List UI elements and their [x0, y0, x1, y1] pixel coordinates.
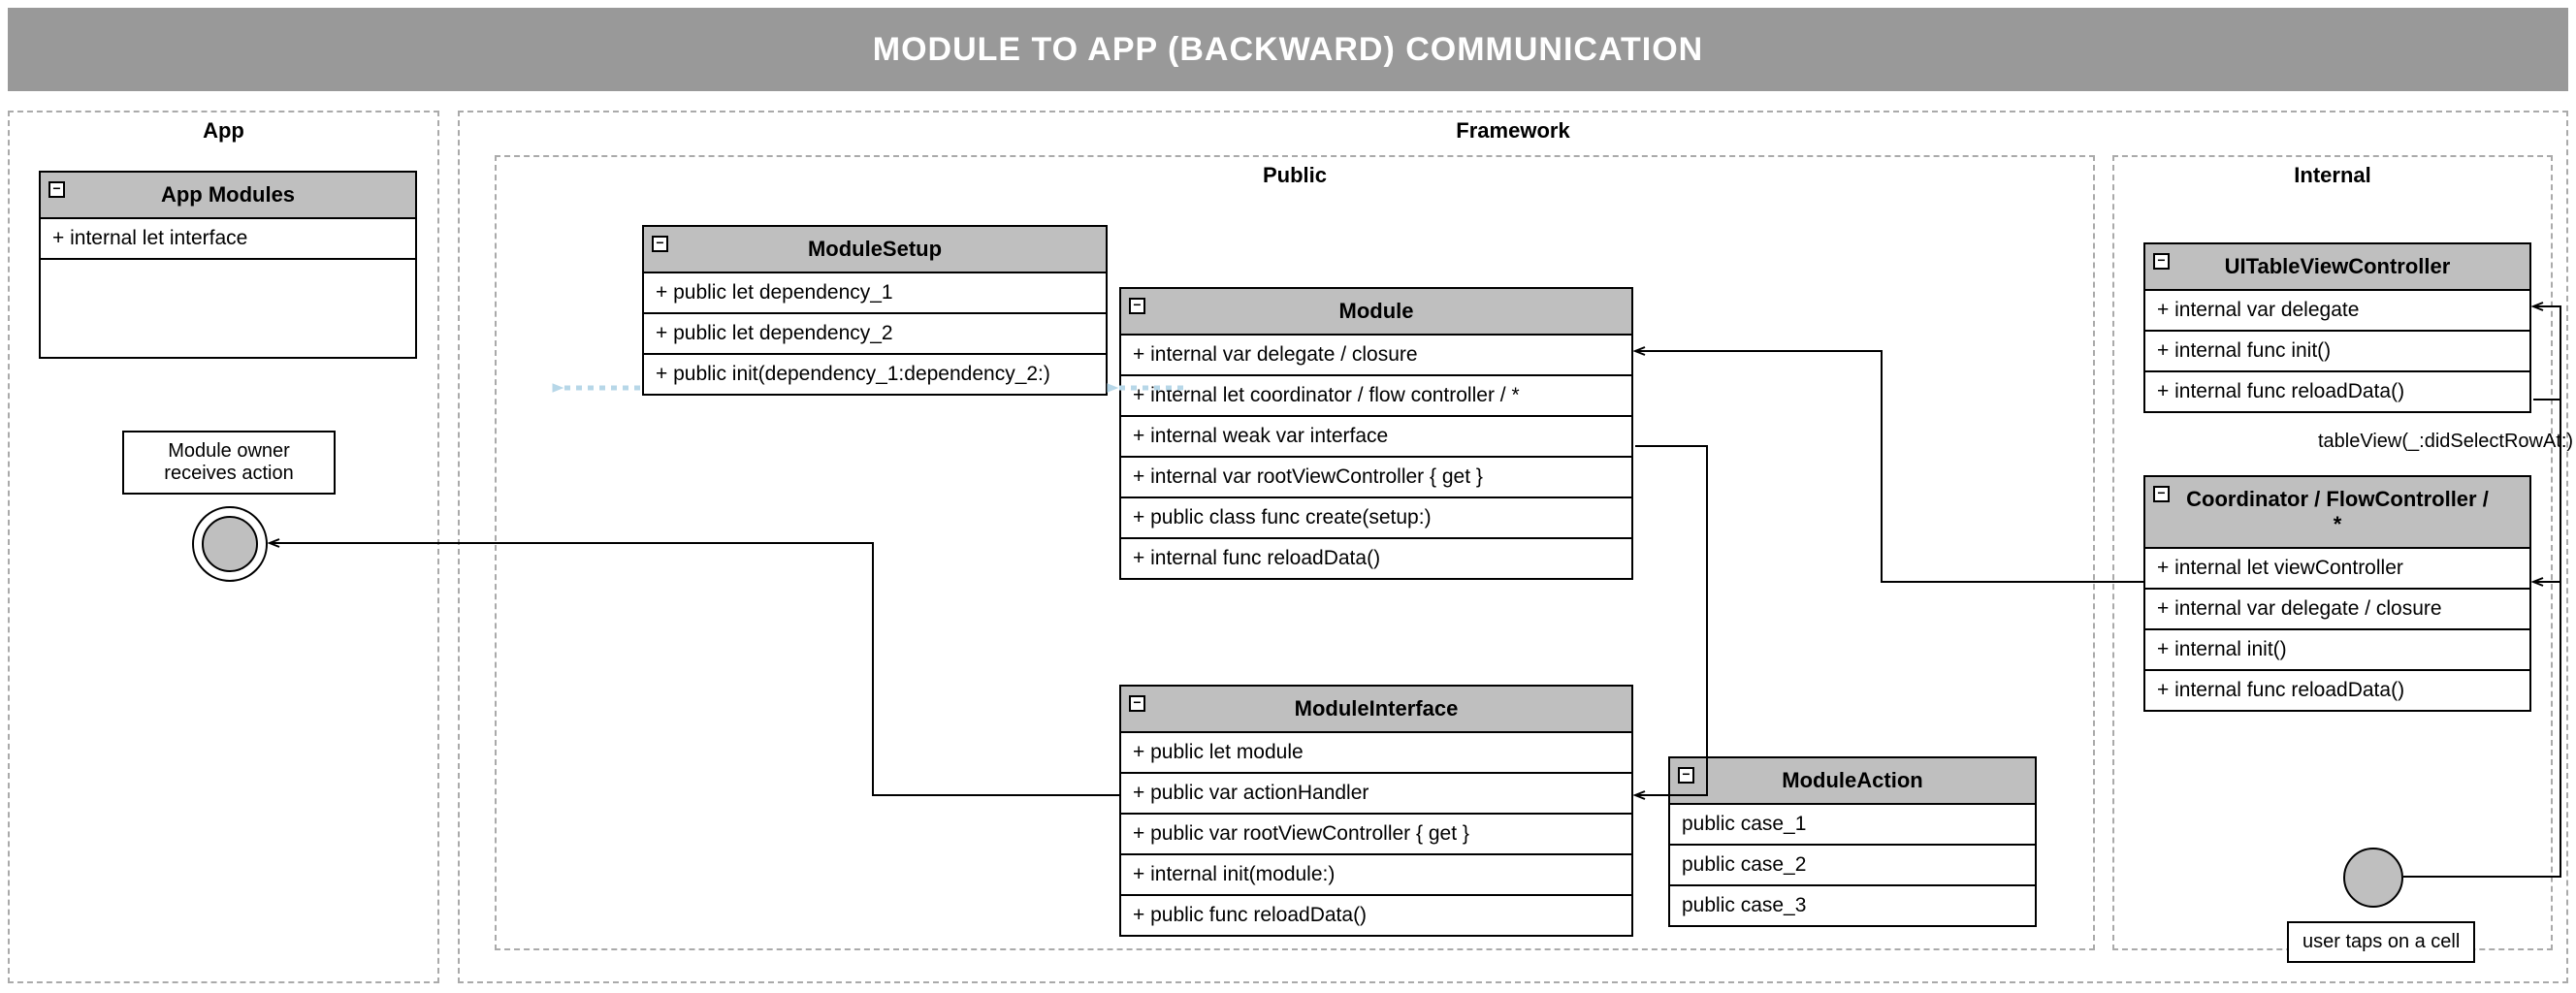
- class-module-action-header: − ModuleAction: [1670, 758, 2035, 805]
- table-row: + internal func reloadData(): [2145, 372, 2529, 411]
- collapse-icon[interactable]: −: [1129, 695, 1145, 712]
- table-row: + internal let viewController: [2145, 549, 2529, 590]
- table-row: + internal func reloadData(): [2145, 671, 2529, 710]
- table-row: + public func reloadData(): [1121, 896, 1631, 935]
- class-ui-table-header: − UITableViewController: [2145, 244, 2529, 291]
- table-row: + internal func reloadData(): [1121, 539, 1631, 578]
- class-ui-table: − UITableViewController + internal var d…: [2143, 242, 2531, 413]
- table-row: + internal init(): [2145, 630, 2529, 671]
- table-row: + public let dependency_1: [644, 273, 1106, 314]
- diagram-canvas: MODULE TO APP (BACKWARD) COMMUNICATION A…: [0, 0, 2576, 993]
- class-empty-section: [41, 260, 415, 357]
- region-public-label: Public: [497, 163, 2093, 188]
- table-row: + internal func init(): [2145, 332, 2529, 372]
- table-row: + internal init(module:): [1121, 855, 1631, 896]
- class-app-modules: − App Modules + internal let interface: [39, 171, 417, 359]
- table-row: public case_3: [1670, 886, 2035, 925]
- state-final-inner-icon: [202, 516, 258, 572]
- diagram-title: MODULE TO APP (BACKWARD) COMMUNICATION: [873, 31, 1703, 69]
- collapse-icon[interactable]: −: [2153, 486, 2170, 502]
- class-module-interface: − ModuleInterface + public let module + …: [1119, 685, 1633, 937]
- state-final-icon: [192, 506, 268, 582]
- collapse-icon[interactable]: −: [1129, 298, 1145, 314]
- table-row: + public let dependency_2: [644, 314, 1106, 355]
- table-row: + public var rootViewController { get }: [1121, 815, 1631, 855]
- table-row: public case_1: [1670, 805, 2035, 846]
- collapse-icon[interactable]: −: [652, 236, 668, 252]
- class-coordinator-header: − Coordinator / FlowController / *: [2145, 477, 2529, 549]
- table-row: + public let module: [1121, 733, 1631, 774]
- table-row: + public class func create(setup:): [1121, 498, 1631, 539]
- collapse-icon[interactable]: −: [48, 181, 65, 198]
- class-module-setup: − ModuleSetup + public let dependency_1 …: [642, 225, 1108, 396]
- collapse-icon[interactable]: −: [2153, 253, 2170, 270]
- region-internal-label: Internal: [2114, 163, 2551, 188]
- class-module-setup-header: − ModuleSetup: [644, 227, 1106, 273]
- region-app-label: App: [10, 118, 437, 144]
- diagram-title-band: MODULE TO APP (BACKWARD) COMMUNICATION: [8, 8, 2568, 91]
- table-row: + internal var rootViewController { get …: [1121, 458, 1631, 498]
- collapse-icon[interactable]: −: [1678, 767, 1694, 784]
- class-module: − Module + internal var delegate / closu…: [1119, 287, 1633, 580]
- class-module-action: − ModuleAction public case_1 public case…: [1668, 756, 2037, 927]
- table-row: + public init(dependency_1:dependency_2:…: [644, 355, 1106, 394]
- class-module-interface-header: − ModuleInterface: [1121, 687, 1631, 733]
- table-row: + internal let coordinator / flow contro…: [1121, 376, 1631, 417]
- table-row: + public var actionHandler: [1121, 774, 1631, 815]
- note-module-owner: Module owner receives action: [122, 431, 336, 495]
- note-user-taps: user taps on a cell: [2287, 921, 2475, 963]
- table-row: + internal weak var interface: [1121, 417, 1631, 458]
- region-framework-label: Framework: [460, 118, 2566, 144]
- table-row: + internal let interface: [41, 219, 415, 260]
- class-coordinator: − Coordinator / FlowController / * + int…: [2143, 475, 2531, 712]
- class-module-header: − Module: [1121, 289, 1631, 336]
- class-app-modules-header: − App Modules: [41, 173, 415, 219]
- table-row: + internal var delegate / closure: [1121, 336, 1631, 376]
- table-row: public case_2: [1670, 846, 2035, 886]
- table-row: + internal var delegate / closure: [2145, 590, 2529, 630]
- table-row: + internal var delegate: [2145, 291, 2529, 332]
- state-initial-icon: [2343, 848, 2403, 908]
- edge-label-delegate: tableView(_:didSelectRowAt:): [2318, 431, 2573, 453]
